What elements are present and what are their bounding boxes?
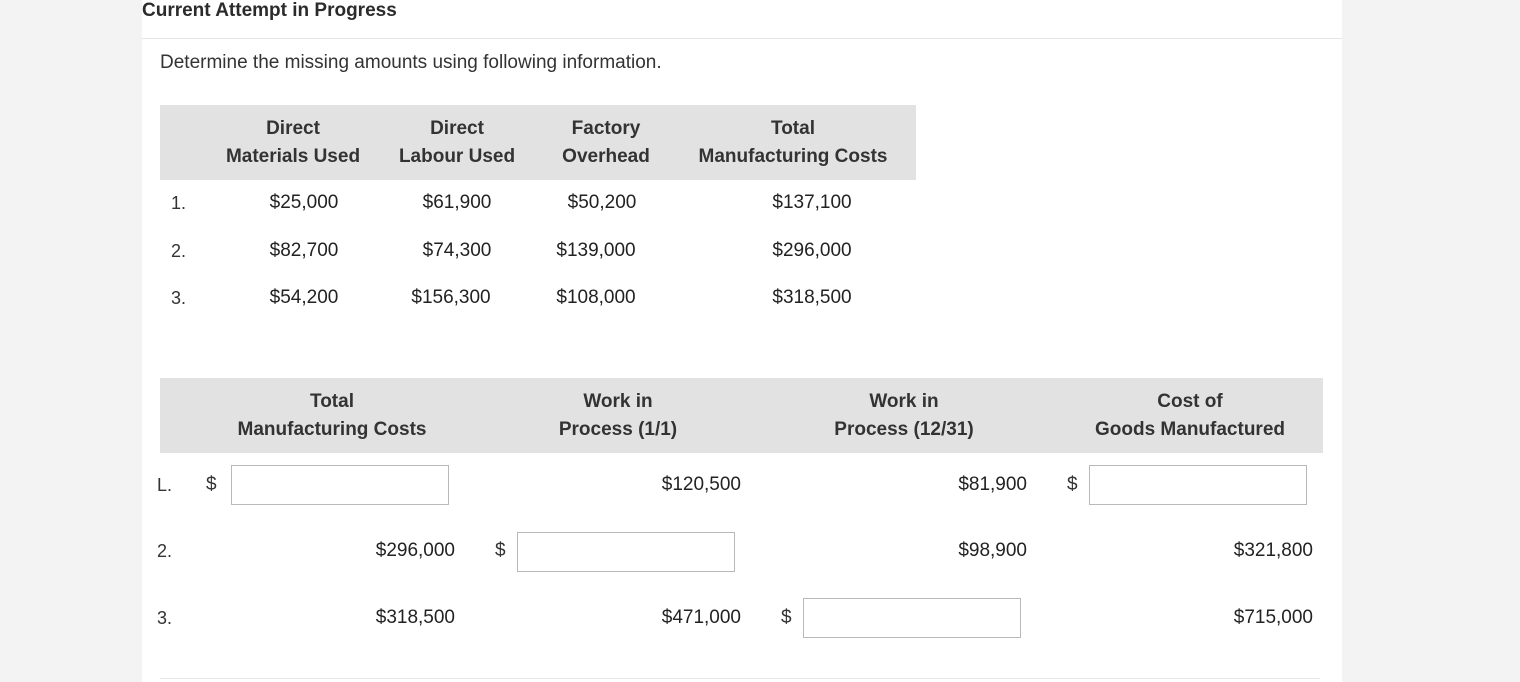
- factory-overhead-value: $108,000: [556, 287, 635, 309]
- currency-symbol: $: [1067, 474, 1078, 496]
- header-line: Process (1/1): [559, 416, 677, 444]
- factory-overhead-value: $50,200: [568, 192, 637, 214]
- total-manufacturing-value: $296,000: [315, 540, 455, 562]
- row-number: 3.: [157, 608, 172, 629]
- table2-col-cogm: Cost of Goods Manufactured: [1095, 388, 1285, 444]
- total-manufacturing-value: $137,100: [772, 192, 851, 214]
- row-number: L.: [157, 475, 172, 496]
- currency-symbol: $: [781, 607, 792, 629]
- header-line: Work in: [834, 388, 973, 416]
- wip-end-input-3[interactable]: [803, 598, 1021, 638]
- row-number: 2.: [171, 241, 186, 262]
- header-line: Total: [238, 388, 427, 416]
- instruction-text: Determine the missing amounts using foll…: [160, 52, 662, 74]
- header-line: Goods Manufactured: [1095, 416, 1285, 444]
- wip-begin-value: $120,500: [601, 474, 741, 496]
- table1-col-total-manufacturing: Total Manufacturing Costs: [699, 115, 888, 171]
- cogm-input-1[interactable]: [1089, 465, 1307, 505]
- header-line: Cost of: [1095, 388, 1285, 416]
- table1-col-factory-overhead: Factory Overhead: [562, 115, 650, 171]
- header-line: Overhead: [562, 143, 650, 171]
- direct-materials-value: $25,000: [270, 192, 339, 214]
- row-number: 3.: [171, 288, 186, 309]
- direct-materials-value: $54,200: [270, 287, 339, 309]
- direct-labour-value: $156,300: [411, 287, 490, 309]
- header-line: Factory: [562, 115, 650, 143]
- total-manufacturing-value: $296,000: [772, 240, 851, 262]
- table2-col-wip-begin: Work in Process (1/1): [559, 388, 677, 444]
- wip-begin-input-2[interactable]: [517, 532, 735, 572]
- header-line: Direct: [399, 115, 515, 143]
- row-number: 1.: [171, 193, 186, 214]
- direct-labour-value: $61,900: [423, 192, 492, 214]
- wip-end-value: $98,900: [887, 540, 1027, 562]
- header-line: Work in: [559, 388, 677, 416]
- table2-col-wip-end: Work in Process (12/31): [834, 388, 973, 444]
- direct-labour-value: $74,300: [423, 240, 492, 262]
- header-line: Manufacturing Costs: [238, 416, 427, 444]
- table2-col-total-manufacturing: Total Manufacturing Costs: [238, 388, 427, 444]
- direct-materials-value: $82,700: [270, 240, 339, 262]
- attempt-header: Current Attempt in Progress: [142, 0, 1342, 39]
- attempt-title: Current Attempt in Progress: [142, 0, 397, 22]
- wip-begin-value: $471,000: [601, 607, 741, 629]
- wip-end-value: $81,900: [887, 474, 1027, 496]
- header-line: Total: [699, 115, 888, 143]
- row-number: 2.: [157, 541, 172, 562]
- currency-symbol: $: [206, 474, 217, 496]
- currency-symbol: $: [495, 540, 506, 562]
- divider: [160, 678, 1320, 679]
- table1-col-direct-labour: Direct Labour Used: [399, 115, 515, 171]
- header-line: Materials Used: [226, 143, 360, 171]
- cogm-value: $715,000: [1173, 607, 1313, 629]
- total-manufacturing-value: $318,500: [772, 287, 851, 309]
- question-panel: [142, 0, 1342, 682]
- factory-overhead-value: $139,000: [556, 240, 635, 262]
- total-manufacturing-value: $318,500: [315, 607, 455, 629]
- header-line: Process (12/31): [834, 416, 973, 444]
- header-line: Direct: [226, 115, 360, 143]
- total-manufacturing-costs-input-1[interactable]: [231, 465, 449, 505]
- header-line: Manufacturing Costs: [699, 143, 888, 171]
- header-line: Labour Used: [399, 143, 515, 171]
- table1-col-direct-materials: Direct Materials Used: [226, 115, 360, 171]
- cogm-value: $321,800: [1173, 540, 1313, 562]
